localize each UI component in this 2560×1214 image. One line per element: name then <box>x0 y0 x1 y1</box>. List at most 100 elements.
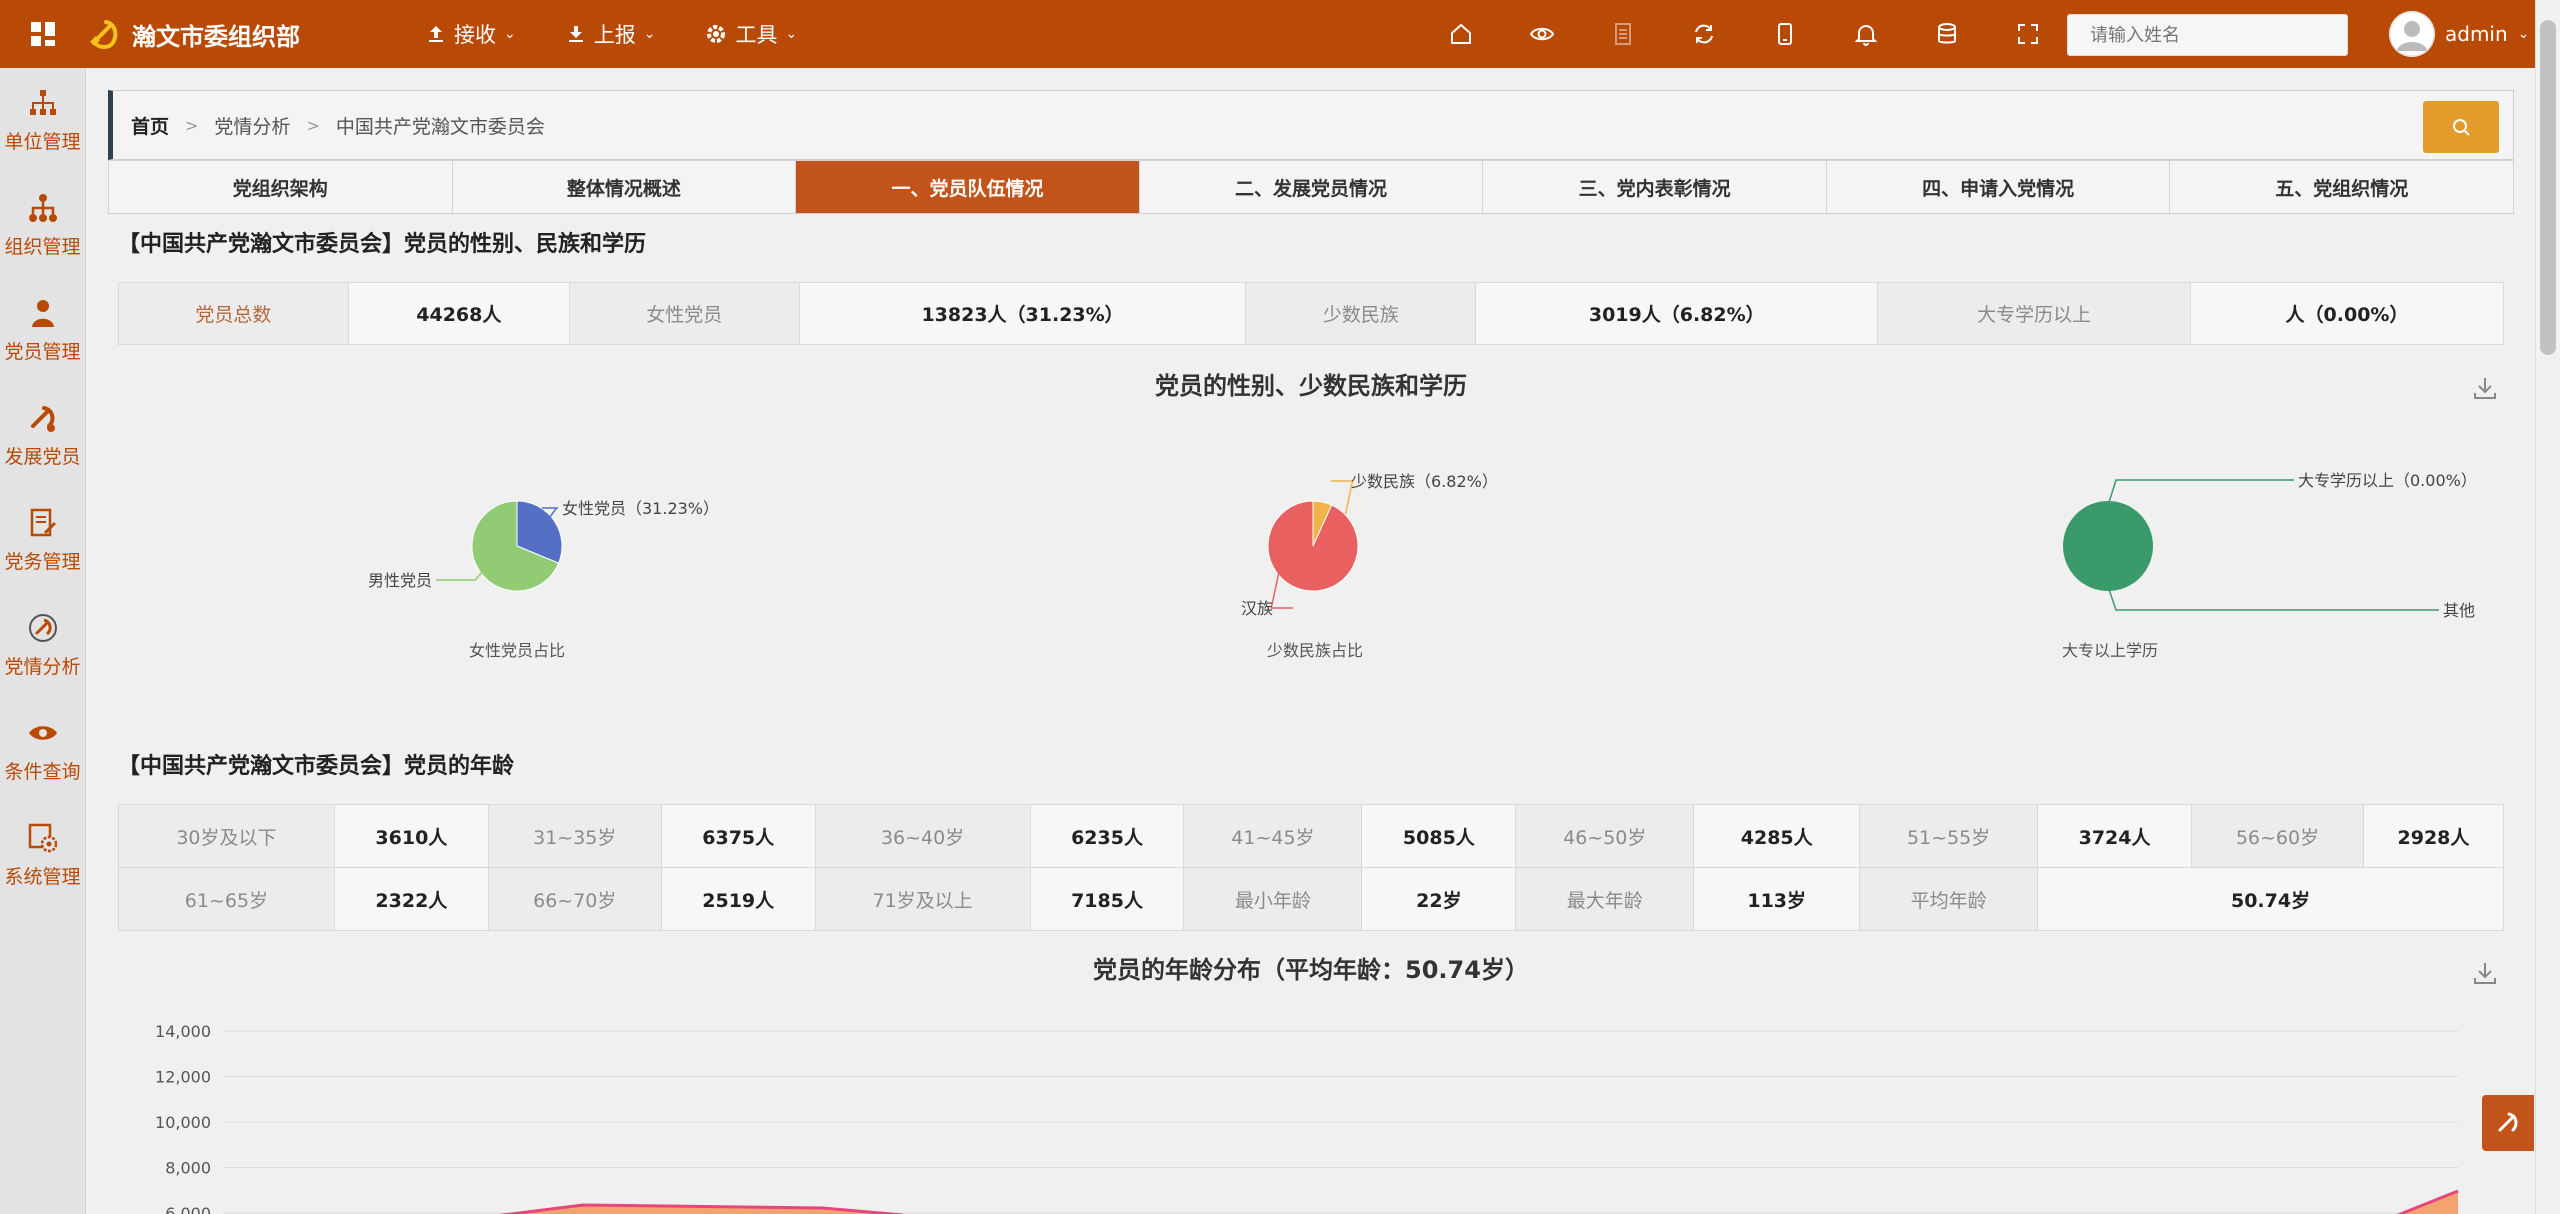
y-tick-label: 12,000 <box>155 1068 211 1087</box>
stat-label: 女性党员 <box>568 282 800 345</box>
avatar <box>2389 11 2435 57</box>
stat-label: 46~50岁 <box>1515 804 1695 868</box>
stat-value: 6235人 <box>1029 804 1185 868</box>
fullscreen-icon[interactable] <box>1987 0 2068 68</box>
search-button[interactable] <box>2423 101 2499 153</box>
sidebar-item-label: 党务管理 <box>4 551 81 573</box>
home-icon[interactable] <box>1420 0 1501 68</box>
stat-label: 大专学历以上 <box>1877 282 2192 345</box>
stat-value: 5085人 <box>1361 804 1517 868</box>
org-tree-icon <box>29 90 56 115</box>
settings-icon <box>28 823 57 853</box>
user-menu[interactable]: admin ⌄ <box>2389 0 2529 68</box>
stat-label: 66~70岁 <box>487 867 662 931</box>
download-tray-icon <box>568 26 583 42</box>
sidebar-item-party-affairs[interactable]: 党务管理 <box>0 488 85 593</box>
pie-charts-header: 党员的性别、少数民族和学历 <box>118 366 2504 406</box>
pie-caption: 大专以上学历 <box>2062 641 2158 660</box>
stat-value: 2322人 <box>333 867 489 931</box>
refresh-icon[interactable] <box>1663 0 1744 68</box>
document-icon[interactable] <box>1582 0 1663 68</box>
stat-value: 3724人 <box>2037 804 2192 868</box>
stat-label: 最大年龄 <box>1515 867 1695 931</box>
menu-report[interactable]: 上报 ⌄ <box>554 19 668 49</box>
stat-value: 50.74岁 <box>2037 867 2504 931</box>
upload-icon <box>429 26 443 42</box>
party-emblem-float-button[interactable] <box>2482 1095 2534 1151</box>
party-badge-icon <box>28 614 57 642</box>
tab-commendation[interactable]: 三、党内表彰情况 <box>1483 160 1827 213</box>
top-nav: 接收 ⌄ 上报 ⌄ 工具 ⌄ <box>414 19 809 49</box>
age-stats-table: 30岁及以下 3610人 31~35岁 6375人 36~40岁 6235人 4… <box>118 804 2505 931</box>
pie-slice-label: 少数民族（6.82%） <box>1351 472 1498 491</box>
search-icon <box>2453 119 2470 136</box>
chart-title: 党员的性别、少数民族和学历 <box>1155 372 1467 400</box>
menu-tools[interactable]: 工具 ⌄ <box>693 19 809 49</box>
name-search-input[interactable] <box>2067 14 2348 56</box>
stat-value: 2519人 <box>660 867 816 931</box>
sidebar-item-label: 党情分析 <box>4 656 81 678</box>
pie-slice-label: 汉族 <box>1241 599 1273 618</box>
age-chart-header: 党员的年龄分布（平均年龄：50.74岁） <box>118 950 2504 990</box>
database-icon[interactable] <box>1906 0 1987 68</box>
sidebar-item-label: 系统管理 <box>4 866 81 888</box>
stat-label: 少数民族 <box>1245 282 1477 345</box>
stat-label: 71岁及以上 <box>814 867 1031 931</box>
tab-application[interactable]: 四、申请入党情况 <box>1826 160 2171 213</box>
sidebar-item-member-management[interactable]: 党员管理 <box>0 278 85 383</box>
party-develop-icon <box>30 406 55 432</box>
top-bar: 瀚文市委组织部 接收 ⌄ 上报 ⌄ 工具 ⌄ 请输入姓名 admin ⌄ <box>0 0 2535 68</box>
sidebar-item-label: 条件查询 <box>4 761 81 783</box>
pie-slice-label: 大专学历以上（0.00%） <box>2298 471 2477 490</box>
eye-icon[interactable] <box>1501 0 1582 68</box>
pie-slice-label: 其他 <box>2443 601 2475 620</box>
stat-label: 36~40岁 <box>814 804 1031 868</box>
stat-label: 党员总数 <box>118 282 349 345</box>
stat-label: 56~60岁 <box>2191 804 2364 868</box>
stat-label: 41~45岁 <box>1183 804 1363 868</box>
sidebar-item-label: 组织管理 <box>4 236 81 258</box>
sidebar-item-develop-members[interactable]: 发展党员 <box>0 383 85 488</box>
pie-slice <box>1267 500 1359 592</box>
scrollbar-thumb[interactable] <box>2540 20 2556 355</box>
pie-leader-line <box>2107 586 2439 611</box>
tab-org-structure[interactable]: 党组织架构 <box>108 160 453 213</box>
download-icon[interactable] <box>2472 960 2498 986</box>
sidebar-item-org-management[interactable]: 组织管理 <box>0 173 85 278</box>
stat-label: 31~35岁 <box>487 804 662 868</box>
chevron-down-icon: ⌄ <box>785 26 798 42</box>
tab-overview[interactable]: 整体情况概述 <box>452 160 797 213</box>
menu-tools-label: 工具 <box>735 23 778 47</box>
stat-label: 30岁及以下 <box>118 804 335 868</box>
stat-value: 2928人 <box>2362 804 2505 868</box>
bell-icon[interactable] <box>1825 0 1906 68</box>
pie-slice <box>2063 501 2153 591</box>
tab-member-development[interactable]: 二、发展党员情况 <box>1139 160 1484 213</box>
sidebar-item-party-analysis[interactable]: 党情分析 <box>0 593 85 698</box>
sidebar-item-unit-management[interactable]: 单位管理 <box>0 68 85 173</box>
gear-icon <box>707 25 726 43</box>
y-tick-label: 10,000 <box>155 1113 211 1132</box>
stat-label: 平均年龄 <box>1859 867 2039 931</box>
breadcrumb-home[interactable]: 首页 <box>131 112 169 139</box>
apps-grid-icon[interactable] <box>0 0 86 68</box>
download-icon[interactable] <box>2472 375 2498 401</box>
stat-value: 3019人（6.82%） <box>1475 282 1879 345</box>
brand: 瀚文市委组织部 <box>86 16 344 52</box>
sidebar-item-system-management[interactable]: 系统管理 <box>0 803 85 908</box>
sidebar-item-condition-query[interactable]: 条件查询 <box>0 698 85 803</box>
vertical-scrollbar[interactable] <box>2535 0 2560 1214</box>
menu-receive[interactable]: 接收 ⌄ <box>414 19 528 49</box>
stat-value: 44268人 <box>347 282 570 345</box>
tablet-icon[interactable] <box>1744 0 1825 68</box>
toolbar-icons <box>1420 0 2068 68</box>
tab-bar: 党组织架构 整体情况概述 一、党员队伍情况 二、发展党员情况 三、党内表彰情况 … <box>108 160 2515 214</box>
party-emblem-icon <box>2498 1112 2518 1132</box>
chart-title: 党员的年龄分布（平均年龄：50.74岁） <box>1093 956 1529 984</box>
pie-caption: 少数民族占比 <box>1267 641 1363 660</box>
user-icon <box>31 300 54 327</box>
tab-member-team[interactable]: 一、党员队伍情况 <box>796 160 1140 213</box>
breadcrumb-item[interactable]: 党情分析 <box>214 112 290 139</box>
tab-org-status[interactable]: 五、党组织情况 <box>2170 160 2515 213</box>
pie-charts: 女性党员（31.23%） 男性党员女性党员占比 少数民族（6.82%） 汉族少数民族占… <box>368 471 2477 660</box>
